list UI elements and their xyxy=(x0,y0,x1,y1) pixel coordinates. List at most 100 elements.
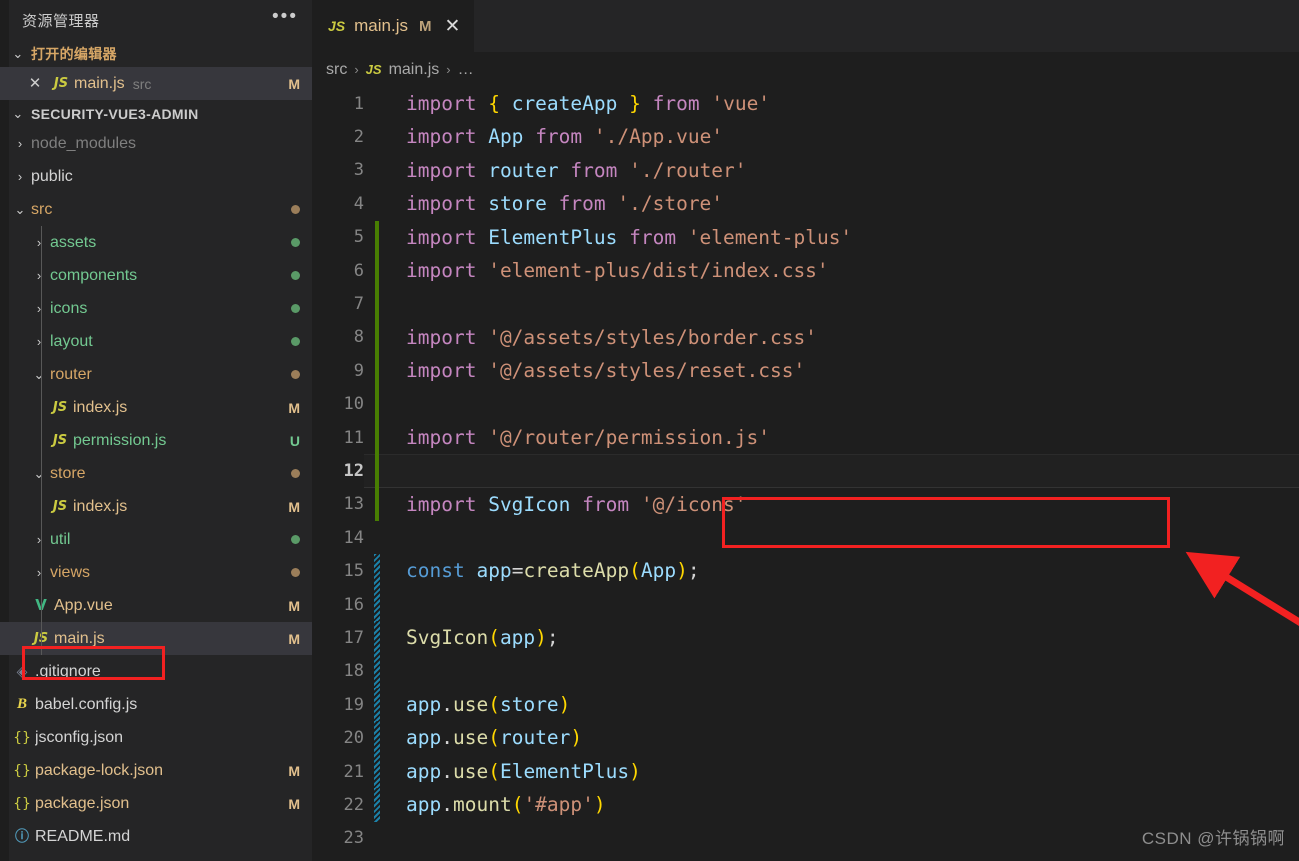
open-editors-section-header[interactable]: ⌄ 打开的编辑器 xyxy=(0,40,312,67)
close-icon[interactable]: ✕ xyxy=(444,15,460,38)
chevron-right-icon[interactable]: › xyxy=(9,136,31,151)
gutter xyxy=(370,354,406,388)
tree-file-row[interactable]: VApp.vueM xyxy=(0,589,312,622)
tree-item-label: permission.js xyxy=(73,431,167,449)
tree-folder-row[interactable]: › icons xyxy=(0,292,312,325)
open-editor-item[interactable]: ✕ JS main.js src M xyxy=(0,67,312,100)
git-status-dot xyxy=(291,238,300,247)
code-line[interactable]: 7 xyxy=(312,287,1299,321)
more-actions-icon[interactable]: ••• xyxy=(272,7,298,28)
code-line[interactable]: 3 import router from './router' xyxy=(312,154,1299,187)
code-line[interactable]: 20 app.use(router) xyxy=(312,721,1299,755)
tree-file-row[interactable]: JS index.js M xyxy=(0,490,312,523)
code-editor-area[interactable]: 1 import { createApp } from 'vue' 2 import … xyxy=(312,87,1299,861)
current-line-highlight xyxy=(364,454,1299,488)
code-text: app.use(router) xyxy=(406,726,583,750)
chevron-down-icon[interactable]: ⌄ xyxy=(28,367,50,383)
code-text: import 'element-plus/dist/index.css' xyxy=(406,258,829,282)
editor-pane: JS main.js M ✕ src › JS main.js › … 1 imp… xyxy=(312,0,1299,861)
chevron-down-icon[interactable]: ⌄ xyxy=(9,202,31,218)
tree-folder-row[interactable]: › views xyxy=(0,556,312,589)
line-number: 17 xyxy=(343,627,364,648)
line-number: 14 xyxy=(343,527,364,548)
chevron-right-icon[interactable]: › xyxy=(28,565,50,580)
breadcrumb-folder[interactable]: src xyxy=(326,61,347,79)
line-number: 23 xyxy=(343,828,364,849)
line-number: 18 xyxy=(343,661,364,682)
code-line[interactable]: 14 xyxy=(312,521,1299,554)
tree-folder-row[interactable]: ⌄ src xyxy=(0,193,312,226)
code-line[interactable]: 16 xyxy=(312,587,1299,622)
code-line[interactable]: 12 xyxy=(312,454,1299,488)
chevron-down-icon[interactable]: ⌄ xyxy=(28,466,50,482)
tree-folder-row[interactable]: › public xyxy=(0,160,312,193)
code-line[interactable]: 15 const app=createApp(App); xyxy=(312,554,1299,588)
tree-file-row[interactable]: JS index.js M xyxy=(0,391,312,424)
open-editor-name: main.js xyxy=(74,74,125,92)
tree-folder-row[interactable]: › util xyxy=(0,523,312,556)
js-file-icon: JS xyxy=(365,62,382,77)
chevron-right-icon[interactable]: › xyxy=(28,235,50,250)
tree-folder-row[interactable]: › node_modules xyxy=(0,127,312,160)
tree-file-row[interactable]: Bbabel.config.js xyxy=(0,688,312,721)
code-line[interactable]: 8 import '@/assets/styles/border.css' xyxy=(312,320,1299,355)
chevron-right-icon[interactable]: › xyxy=(28,334,50,349)
tree-item-label: index.js xyxy=(73,497,128,515)
gutter xyxy=(370,788,406,822)
gutter xyxy=(370,822,406,855)
code-lines: 1 import { createApp } from 'vue' 2 import … xyxy=(312,87,1299,855)
git-status-badge: M xyxy=(288,762,300,779)
breadcrumb-ellipsis[interactable]: … xyxy=(458,61,474,79)
chevron-right-icon[interactable]: › xyxy=(9,169,31,184)
chevron-right-icon[interactable]: › xyxy=(28,532,50,547)
tree-file-row[interactable]: JSmain.jsM xyxy=(0,622,312,655)
line-number: 12 xyxy=(343,460,364,481)
tree-file-row[interactable]: {} package.json M xyxy=(0,787,312,820)
chevron-down-icon: ⌄ xyxy=(12,105,24,121)
tree-folder-row[interactable]: ⌄ router xyxy=(0,358,312,391)
tree-file-row[interactable]: ◈ .gitignore xyxy=(0,655,312,688)
code-text: import ElementPlus from 'element-plus' xyxy=(406,225,853,249)
tree-file-row[interactable]: {} package-lock.json M xyxy=(0,754,312,787)
tree-file-row[interactable]: {} jsconfig.json xyxy=(0,721,312,754)
gutter xyxy=(370,721,406,755)
tree-folder-row[interactable]: › components xyxy=(0,259,312,292)
chevron-right-icon[interactable]: › xyxy=(28,268,50,283)
code-line[interactable]: 6 import 'element-plus/dist/index.css' xyxy=(312,253,1299,288)
tree-file-row[interactable]: ⓘ README.md xyxy=(0,820,312,853)
code-line[interactable]: 1 import { createApp } from 'vue' xyxy=(312,87,1299,120)
tree-folder-row[interactable]: › layout xyxy=(0,325,312,358)
tree-item-label: package.json xyxy=(35,794,130,812)
js-file-icon: JS xyxy=(328,18,346,34)
git-modified-gutter-mark xyxy=(374,754,380,789)
code-line[interactable]: 4 import store from './store' xyxy=(312,187,1299,220)
code-line[interactable]: 10 xyxy=(312,387,1299,421)
git-modified-gutter-mark xyxy=(374,621,380,655)
git-added-gutter-mark xyxy=(375,220,379,254)
code-line[interactable]: 22 app.mount('#app') xyxy=(312,788,1299,822)
line-number: 11 xyxy=(343,427,364,448)
code-line[interactable]: 2 import App from './App.vue' xyxy=(312,120,1299,153)
code-line[interactable]: 9 import '@/assets/styles/reset.css' xyxy=(312,354,1299,388)
git-status-dot xyxy=(291,535,300,544)
code-line[interactable]: 11 import '@/router/permission.js' xyxy=(312,420,1299,455)
chevron-right-icon[interactable]: › xyxy=(28,301,50,316)
git-added-gutter-mark xyxy=(375,454,379,488)
code-line[interactable]: 17 SvgIcon(app); xyxy=(312,621,1299,655)
tree-file-row[interactable]: JS permission.js U xyxy=(0,424,312,457)
code-line[interactable]: 18 xyxy=(312,654,1299,689)
git-modified-gutter-mark xyxy=(374,554,380,588)
code-line[interactable]: 13 import SvgIcon from '@/icons' xyxy=(312,487,1299,522)
git-status-badge: M xyxy=(288,399,300,416)
line-number: 6 xyxy=(353,260,364,281)
code-line[interactable]: 5 import ElementPlus from 'element-plus' xyxy=(312,220,1299,254)
tree-folder-row[interactable]: ⌄ store xyxy=(0,457,312,490)
git-status-dot xyxy=(291,337,300,346)
code-line[interactable]: 21 app.use(ElementPlus) xyxy=(312,754,1299,789)
close-icon[interactable]: ✕ xyxy=(22,76,48,91)
code-line[interactable]: 19 app.use(store) xyxy=(312,688,1299,722)
project-section-header[interactable]: ⌄ SECURITY-VUE3-ADMIN xyxy=(0,100,312,127)
tab-main-js[interactable]: JS main.js M ✕ xyxy=(312,0,475,52)
breadcrumb-file[interactable]: main.js xyxy=(389,61,440,79)
tree-folder-row[interactable]: › assets xyxy=(0,226,312,259)
